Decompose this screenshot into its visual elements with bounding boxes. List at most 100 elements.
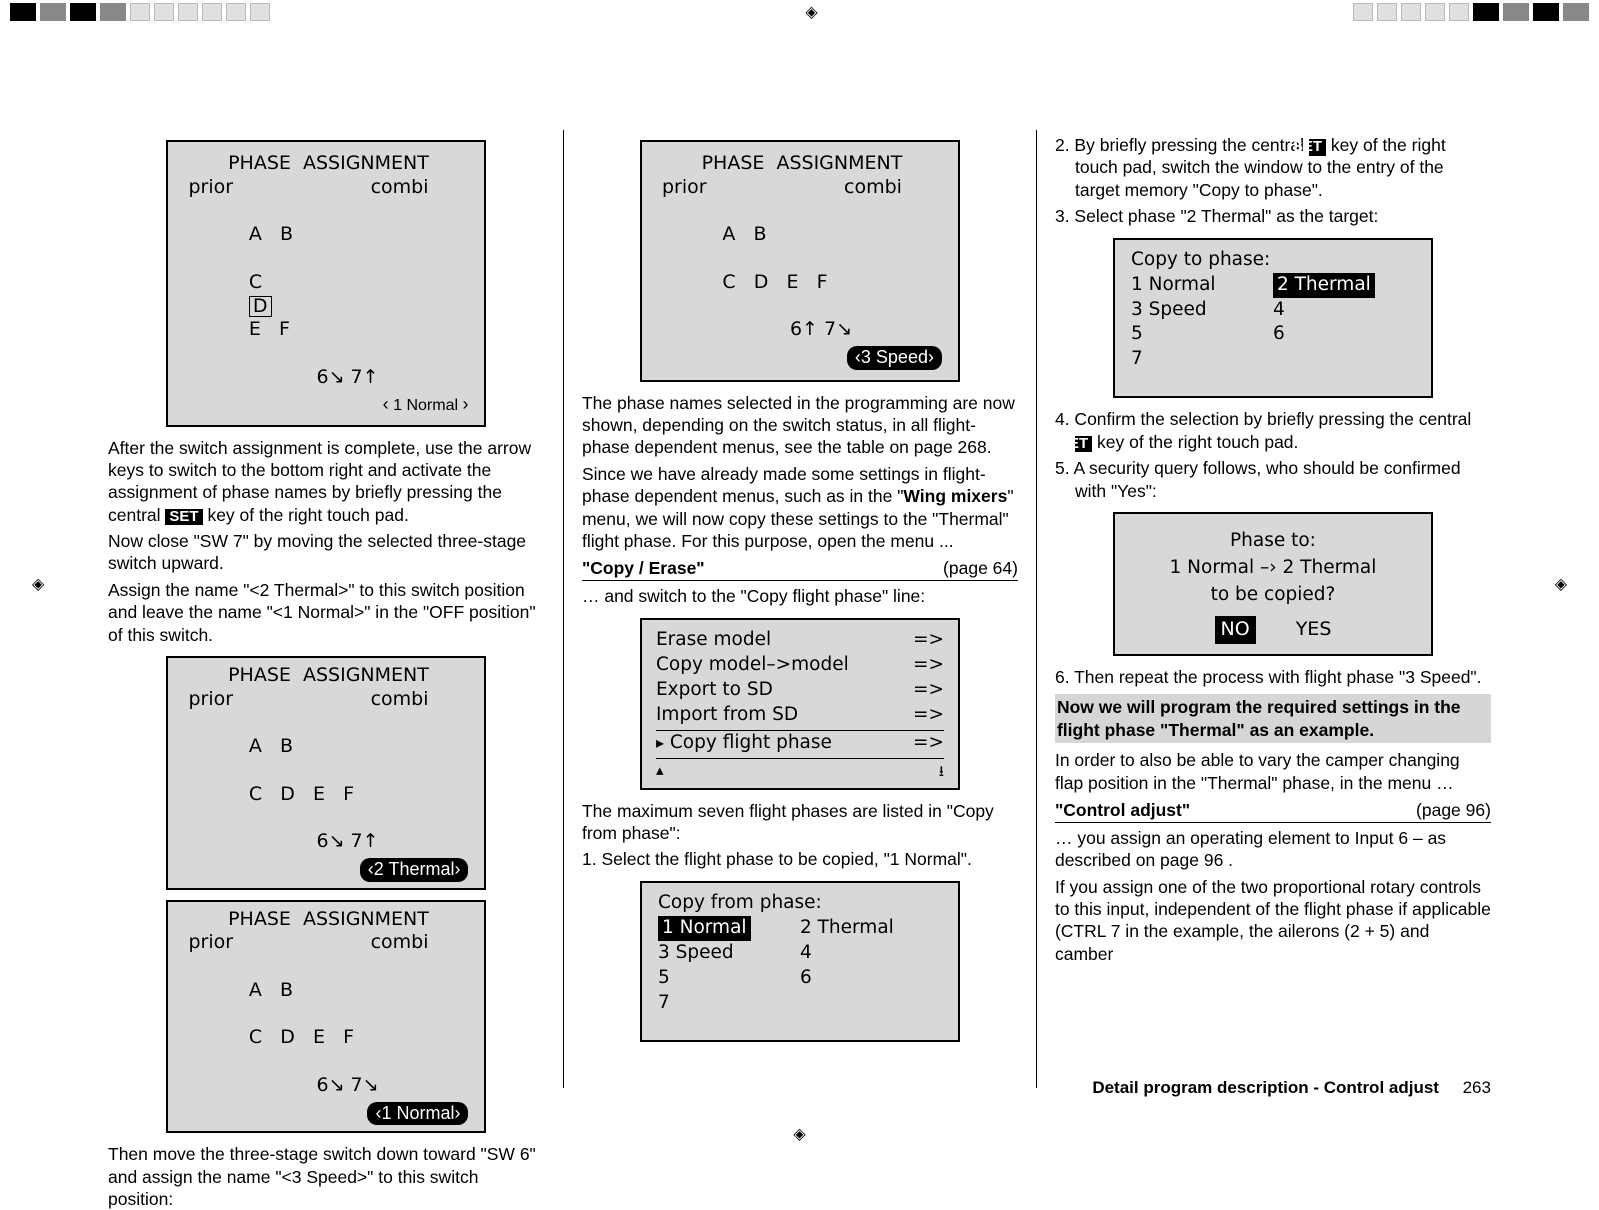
menu-label: Import from SD: [656, 703, 798, 728]
text: Copy flight phase: [670, 732, 832, 753]
lcd-cdef: C D E F: [249, 783, 354, 805]
lcd-phase-assignment-3: PHASE ASSIGNMENT prior combi A B C D E F…: [166, 900, 486, 1134]
box-title: Copy to phase:: [1131, 248, 1415, 273]
lcd-tag-row: ‹1 Normal ›: [188, 1102, 468, 1126]
box-row: 7: [1131, 347, 1415, 372]
page-footer: Detail program description - Control adj…: [1092, 1078, 1491, 1098]
menu-arrow: =>: [913, 653, 944, 678]
menu-arrow: =>: [913, 628, 944, 653]
lcd-label: prior: [662, 176, 707, 200]
lcd-row: A B C D E F: [188, 712, 468, 831]
paragraph: … and switch to the "Copy flight phase" …: [582, 585, 1018, 607]
lcd-phase-label: 2 Thermal: [374, 859, 455, 881]
registration-mark-left: ◈: [32, 574, 44, 594]
lcd-cdef: C D E F: [249, 1026, 354, 1048]
lcd-phase-label: 1 Normal: [393, 397, 458, 414]
phase: 6: [800, 966, 942, 991]
text: 4. Confirm the selection by briefly pres…: [1055, 409, 1471, 429]
lcd-ef: E F: [249, 318, 290, 340]
list-item: 6. Then repeat the process with flight p…: [1075, 666, 1491, 688]
phase: 6: [1273, 322, 1415, 347]
lcd-title: PHASE ASSIGNMENT: [662, 152, 942, 176]
marks-right: [1343, 3, 1599, 21]
phase: 7: [658, 991, 800, 1016]
paragraph: Assign the name "<2 Thermal>" to this sw…: [108, 579, 545, 646]
lcd-row: prior combi: [188, 931, 468, 955]
copy-from-phase-box: Copy from phase: 1 Normal 2 Thermal 3 Sp…: [640, 881, 960, 1042]
menu-label: Erase model: [656, 628, 771, 653]
phase: 5: [1131, 322, 1273, 347]
box-row: 5 6: [658, 966, 942, 991]
section-heading-copy-erase: "Copy / Erase" (page 64): [582, 558, 1018, 581]
up-icon: ▴: [656, 761, 664, 786]
menu-row: Erase model =>: [656, 628, 944, 653]
list-item: 5. A security query follows, who should …: [1075, 457, 1491, 502]
arrow-left-icon: ‹: [383, 394, 389, 414]
paragraph: After the switch assignment is complete,…: [108, 437, 545, 527]
menu-label: Copy model–>model: [656, 653, 849, 678]
lcd-label: prior: [188, 688, 233, 712]
confirm-dialog: Phase to: 1 Normal –› 2 Thermal to be co…: [1113, 512, 1433, 656]
printer-marks-top: ◈: [0, 0, 1599, 24]
menu-footer-icons: ▴ ⭳: [656, 759, 944, 786]
confirm-title: Phase to:: [1131, 528, 1415, 555]
menu-label: Export to SD: [656, 678, 773, 703]
lcd-tag-row: ‹ 1 Normal ›: [188, 394, 468, 415]
paragraph: If you assign one of the two proportiona…: [1055, 876, 1491, 966]
lcd-tag-row: ‹2 Thermal›: [188, 858, 468, 882]
paragraph: … you assign an operating element to Inp…: [1055, 827, 1491, 872]
lcd-label: combi: [371, 688, 429, 712]
lcd-title: PHASE ASSIGNMENT: [188, 664, 468, 688]
phase: 3 Speed: [658, 941, 800, 966]
column-3: 2. By briefly pressing the central SET k…: [1036, 130, 1509, 1088]
lcd-row-ab-cdef: A B C D E F: [188, 200, 468, 366]
confirm-question: to be copied?: [1131, 582, 1415, 609]
text: key of the right touch pad.: [203, 505, 409, 525]
no-button[interactable]: NO: [1215, 616, 1256, 644]
text: Copy from phase:: [658, 891, 822, 916]
box-row: 1 Normal 2 Thermal: [658, 916, 942, 941]
phase: 5: [658, 966, 800, 991]
menu-arrow: =>: [913, 678, 944, 703]
lcd-label: combi: [844, 176, 902, 200]
text: key of the right touch pad.: [1092, 432, 1298, 452]
lcd-ab: A B: [249, 979, 293, 1001]
triangle-icon: ▸: [656, 733, 664, 752]
yes-button[interactable]: YES: [1296, 616, 1332, 644]
lcd-title: PHASE ASSIGNMENT: [188, 152, 468, 176]
box-row: 5 6: [1131, 322, 1415, 347]
menu-row: Copy model–>model =>: [656, 653, 944, 678]
lcd-cdef: C D E F: [722, 271, 827, 293]
box-row: 7: [658, 991, 942, 1016]
lcd-phase-assignment-1: PHASE ASSIGNMENT prior combi A B C D E F…: [166, 140, 486, 427]
paragraph: Then move the three-stage switch down to…: [108, 1143, 545, 1210]
page-content: PHASE ASSIGNMENT prior combi A B C D E F…: [90, 130, 1509, 1088]
lcd-label: prior: [188, 931, 233, 955]
text: 2. By briefly pressing the central: [1055, 135, 1309, 155]
paragraph: Now close "SW 7" by moving the selected …: [108, 530, 545, 575]
phase: 7: [1131, 347, 1273, 372]
list-item: 3. Select phase "2 Thermal" as the targe…: [1075, 205, 1491, 227]
paragraph: The phase names selected in the programm…: [582, 392, 1018, 459]
list-item: 2. By briefly pressing the central SET k…: [1075, 134, 1491, 201]
phase: 3 Speed: [1131, 298, 1273, 323]
arrow-right-icon: ›: [462, 394, 468, 414]
phase: 1 Normal: [1131, 273, 1273, 298]
paragraph: The maximum seven flight phases are list…: [582, 800, 1018, 845]
lcd-row: A B C D E F: [662, 200, 942, 319]
lcd-phase-tag: ‹1 Normal ›: [367, 1102, 468, 1126]
column-1: PHASE ASSIGNMENT prior combi A B C D E F…: [90, 130, 563, 1088]
menu-row-selected: ▸ Copy flight phase =>: [656, 731, 944, 759]
phase: 4: [1273, 298, 1415, 323]
lcd-c: C: [249, 271, 262, 293]
lcd-phase-label: 3 Speed: [861, 347, 928, 369]
menu-arrow: =>: [913, 703, 944, 728]
set-key: SET: [1075, 436, 1092, 453]
lcd-phase-label: 1 Normal: [381, 1103, 454, 1125]
phase: 2 Thermal: [800, 916, 942, 941]
box-row: 3 Speed 4: [1131, 298, 1415, 323]
section-page-ref: (page 64): [943, 558, 1018, 579]
box-row: 3 Speed 4: [658, 941, 942, 966]
lcd-title: PHASE ASSIGNMENT: [188, 908, 468, 932]
lcd-phase-tag: ‹2 Thermal›: [360, 858, 469, 882]
